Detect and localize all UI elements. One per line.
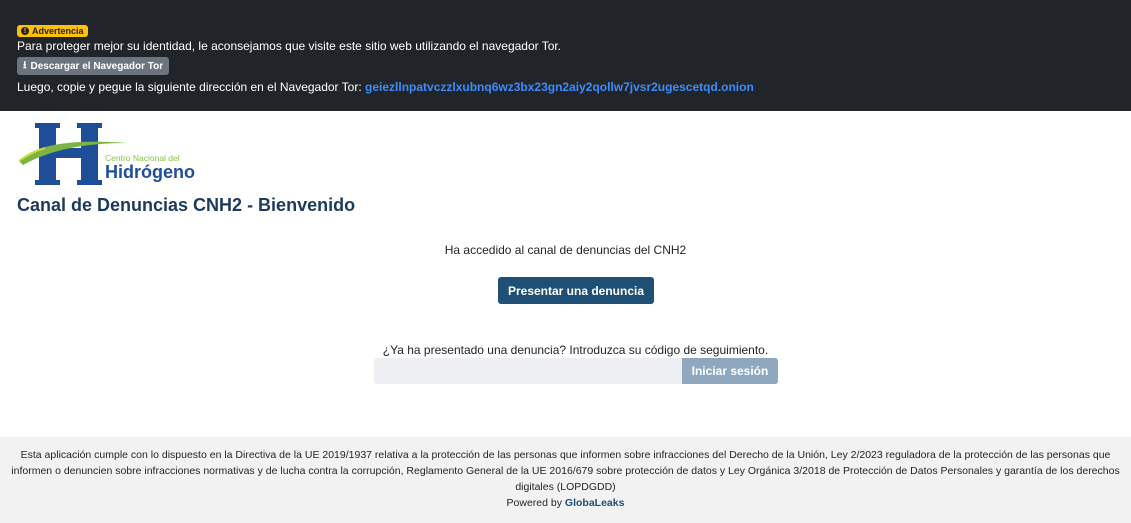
cnh2-logo[interactable]: Centro Nacional del Hidrógeno [17, 121, 207, 187]
intro-text: Ha accedido al canal de denuncias del CN… [444, 243, 687, 257]
footer: Esta aplicación cumple con lo dispuesto … [0, 437, 1131, 523]
legal-text: Esta aplicación cumple con lo dispuesto … [11, 449, 1120, 493]
powered-by-label: Powered by [506, 497, 562, 509]
tor-warning-banner: ! Advertencia Para proteger mejor su ide… [0, 0, 1131, 111]
globaleaks-link[interactable]: GlobaLeaks [565, 497, 625, 509]
warning-badge-label: Advertencia [32, 26, 84, 36]
logo-title: Hidrógeno [105, 162, 195, 182]
download-icon: ⭳ [23, 59, 27, 71]
exclamation-icon: ! [21, 27, 29, 35]
login-button[interactable]: Iniciar sesión [682, 358, 778, 384]
onion-instruction: Luego, copie y pegue la siguiente direcc… [17, 79, 1114, 95]
powered-by: Powered by GlobaLeaks [8, 495, 1123, 511]
page-title: Canal de Denuncias CNH2 - Bienvenido [17, 195, 356, 215]
receipt-code-input[interactable] [374, 358, 682, 384]
submit-report-button[interactable]: Presentar una denuncia [498, 277, 654, 304]
tor-warning-message: Para proteger mejor su identidad, le aco… [17, 39, 562, 53]
onion-copy-text: Luego, copie y pegue la siguiente direcc… [17, 80, 362, 94]
download-tor-button[interactable]: ⭳ Descargar el Navegador Tor [17, 57, 170, 75]
download-tor-label: Descargar el Navegador Tor [30, 60, 164, 72]
onion-address-link[interactable]: geiezllnpatvczzlxubnq6wz3bx23gn2aiy2qoll… [365, 80, 754, 94]
receipt-question: ¿Ya ha presentado una denuncia? Introduz… [382, 343, 769, 357]
warning-badge: ! Advertencia [17, 25, 88, 37]
